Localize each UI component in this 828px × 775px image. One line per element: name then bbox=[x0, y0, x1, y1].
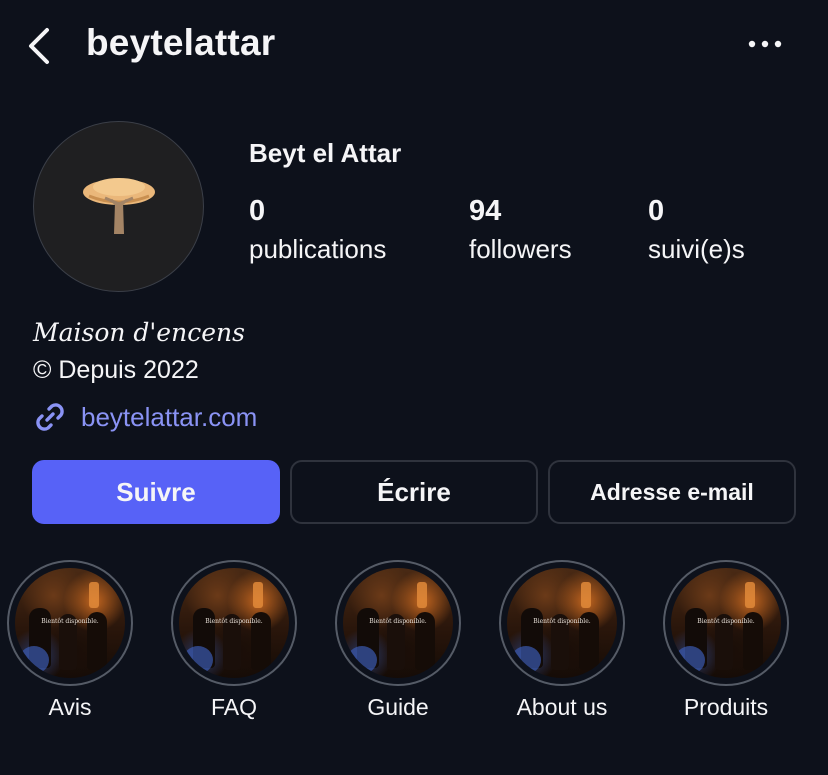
bio-tagline: Maison d'encens bbox=[33, 318, 245, 347]
highlight-produits[interactable]: Bientôt disponible. Produits bbox=[661, 560, 791, 721]
tree-logo-icon bbox=[82, 177, 155, 234]
chevron-left-icon bbox=[29, 28, 49, 64]
display-name: Beyt el Attar bbox=[249, 138, 402, 168]
following-count[interactable]: 0 suivi(e)s bbox=[648, 194, 745, 266]
followers-count[interactable]: 94 followers bbox=[469, 194, 572, 266]
highlight-label: About us bbox=[516, 694, 608, 720]
website-link[interactable]: beytelattar.com bbox=[33, 399, 257, 435]
highlight-avis[interactable]: Bientôt disponible. Avis bbox=[5, 560, 135, 721]
profile-username: beytelattar bbox=[86, 22, 276, 63]
highlight-overlay-text: Bientôt disponible. bbox=[533, 618, 591, 625]
highlight-ring: Bientôt disponible. bbox=[335, 560, 461, 686]
profile-screen: beytelattar Beyt el Attar 0 publications… bbox=[0, 0, 828, 775]
highlight-cover: Bientôt disponible. bbox=[15, 568, 125, 678]
more-horizontal-icon bbox=[748, 40, 782, 48]
posts-count-label: publications bbox=[249, 234, 387, 264]
highlight-guide[interactable]: Bientôt disponible. Guide bbox=[333, 560, 463, 721]
highlight-ring: Bientôt disponible. bbox=[171, 560, 297, 686]
posts-count[interactable]: 0 publications bbox=[249, 194, 386, 266]
highlight-label: Produits bbox=[683, 694, 769, 720]
highlight-cover: Bientôt disponible. bbox=[671, 568, 781, 678]
highlight-ring: Bientôt disponible. bbox=[663, 560, 789, 686]
following-count-label: suivi(e)s bbox=[648, 234, 745, 264]
followers-count-label: followers bbox=[469, 234, 572, 264]
highlight-ring: Bientôt disponible. bbox=[499, 560, 625, 686]
link-icon bbox=[33, 399, 69, 435]
highlight-overlay-text: Bientôt disponible. bbox=[41, 618, 99, 625]
profile-avatar[interactable] bbox=[33, 121, 204, 292]
message-button[interactable]: Écrire bbox=[290, 460, 538, 524]
highlight-cover: Bientôt disponible. bbox=[343, 568, 453, 678]
email-button[interactable]: Adresse e-mail bbox=[548, 460, 796, 524]
highlight-cover: Bientôt disponible. bbox=[179, 568, 289, 678]
bio-since: © Depuis 2022 bbox=[33, 356, 199, 384]
highlight-faq[interactable]: Bientôt disponible. FAQ bbox=[169, 560, 299, 721]
highlight-label: Avis bbox=[48, 694, 92, 720]
followers-count-value: 94 bbox=[469, 195, 502, 227]
highlight-overlay-text: Bientôt disponible. bbox=[205, 618, 263, 625]
highlight-cover: Bientôt disponible. bbox=[507, 568, 617, 678]
highlight-overlay-text: Bientôt disponible. bbox=[369, 618, 427, 625]
highlight-about-us[interactable]: Bientôt disponible. About us bbox=[497, 560, 627, 721]
website-link-text: beytelattar.com bbox=[81, 401, 258, 432]
highlight-label: Guide bbox=[367, 694, 429, 720]
highlight-ring: Bientôt disponible. bbox=[7, 560, 133, 686]
posts-count-value: 0 bbox=[249, 195, 266, 227]
more-options-button[interactable] bbox=[744, 30, 786, 58]
highlight-label: FAQ bbox=[210, 694, 257, 720]
following-count-value: 0 bbox=[648, 195, 665, 227]
highlight-overlay-text: Bientôt disponible. bbox=[697, 618, 755, 625]
back-button[interactable] bbox=[22, 26, 56, 66]
follow-button[interactable]: Suivre bbox=[32, 460, 280, 524]
